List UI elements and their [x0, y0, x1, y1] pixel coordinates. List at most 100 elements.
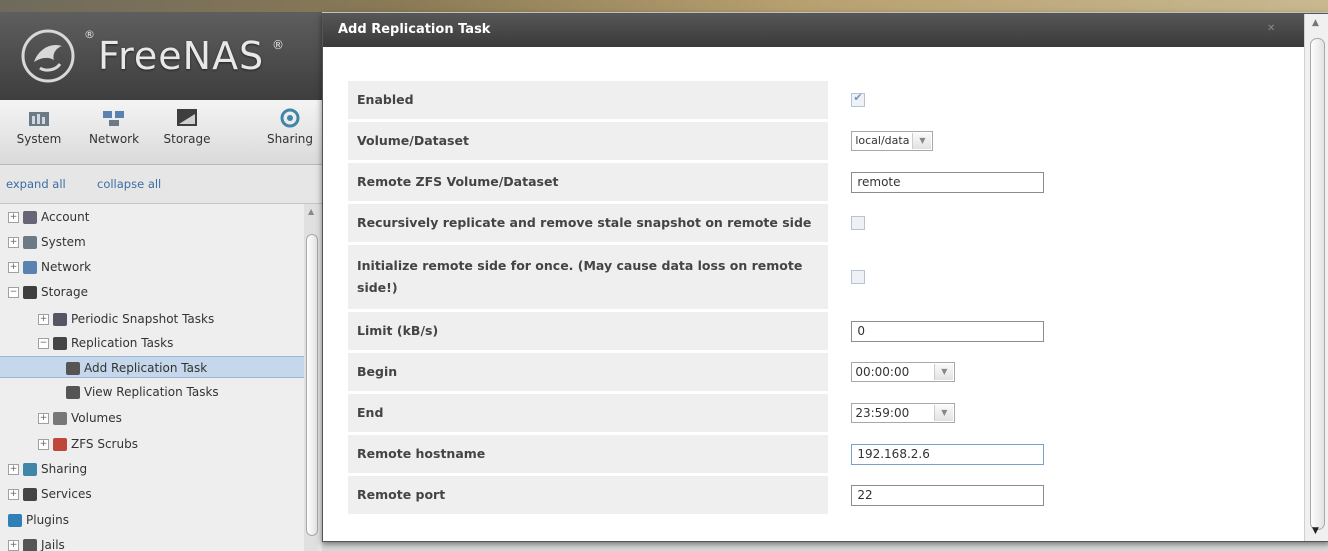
collapse-icon[interactable]: − — [38, 338, 49, 349]
field-label: Remote port — [348, 476, 829, 514]
tree-toolbar: expand all collapse all — [0, 165, 322, 204]
expand-icon[interactable]: + — [8, 237, 19, 248]
tree-item-label: Services — [41, 487, 92, 501]
logo-area: ® FreeNAS ® — [0, 12, 322, 100]
tree-item-add-replication-task[interactable]: Add Replication Task — [0, 356, 304, 378]
expand-icon[interactable]: + — [38, 413, 49, 424]
tree-item-system[interactable]: + System — [8, 231, 86, 253]
enabled-checkbox[interactable] — [851, 91, 866, 108]
field-control-cell — [828, 204, 1303, 242]
sharing-icon — [23, 463, 37, 476]
logo-registered-mark: ® — [84, 28, 95, 41]
background-strip — [0, 0, 1328, 12]
chevron-down-icon[interactable]: ▼ — [934, 364, 954, 380]
field-label: Remote hostname — [348, 435, 829, 473]
field-label: Limit (kB/s) — [348, 312, 829, 350]
remote-hostname-input[interactable]: 192.168.2.6 — [851, 443, 1045, 465]
tree-item-label: System — [41, 235, 86, 249]
dialog-title: Add Replication Task — [338, 22, 491, 37]
volume-dataset-select[interactable]: local/data ▼ — [851, 131, 934, 151]
tree-item-label: Replication Tasks — [71, 336, 174, 350]
field-control-cell: 23:59:00 ▼ — [828, 394, 1303, 432]
view-replication-icon — [66, 386, 80, 399]
left-panel: ® FreeNAS ® System Network Storage Shari… — [0, 12, 322, 551]
tree-item-jails[interactable]: + Jails — [8, 534, 65, 551]
select-value: local/data — [855, 134, 910, 147]
field-control-cell: 00:00:00 ▼ — [828, 353, 1303, 391]
nav-storage-label: Storage — [163, 132, 211, 146]
tree-item-view-replication-tasks[interactable]: View Replication Tasks — [66, 381, 219, 403]
form-row: End 23:59:00 ▼ — [348, 394, 1303, 432]
expand-icon[interactable]: + — [38, 439, 49, 450]
expand-icon[interactable]: + — [8, 540, 19, 551]
select-value: 00:00:00 — [855, 365, 910, 379]
field-control-cell — [828, 245, 1303, 309]
expand-icon[interactable]: + — [8, 464, 19, 475]
collapse-icon[interactable]: − — [8, 287, 19, 298]
chevron-down-icon[interactable]: ▼ — [912, 133, 932, 149]
tree-item-account[interactable]: + Account — [8, 206, 89, 228]
tree-item-network[interactable]: + Network — [8, 256, 91, 278]
scroll-down-icon[interactable]: ▼ — [1312, 526, 1319, 536]
initialize-remote-side-for-once-may-caus-checkbox[interactable] — [851, 270, 866, 285]
tree-item-periodic-snapshot-tasks[interactable]: + Periodic Snapshot Tasks — [38, 308, 214, 330]
replication-form: EnabledVolume/Datasetlocal/data▼Remote Z… — [348, 78, 1303, 517]
system-icon — [23, 236, 37, 249]
tree-item-label: Add Replication Task — [84, 361, 208, 375]
tree-item-volumes[interactable]: + Volumes — [38, 407, 122, 429]
limit-kb-s-input[interactable]: 0 — [851, 320, 1045, 342]
form-row: Remote port 22 — [348, 476, 1303, 514]
collapse-all-link[interactable]: collapse all — [97, 177, 161, 191]
nav-system-button[interactable]: System — [5, 106, 73, 146]
tree-item-replication-tasks[interactable]: − Replication Tasks — [38, 332, 173, 354]
form-row: Begin 00:00:00 ▼ — [348, 353, 1303, 391]
expand-icon[interactable]: + — [8, 489, 19, 500]
tree-scrollbar-thumb[interactable] — [306, 234, 318, 536]
dialog-scrollbar-thumb[interactable] — [1310, 38, 1325, 530]
field-control-cell: 22 — [828, 476, 1303, 514]
remote-port-input[interactable]: 22 — [851, 484, 1045, 506]
expand-icon[interactable]: + — [38, 314, 49, 325]
tree-item-label: View Replication Tasks — [84, 385, 219, 399]
nav-system-label: System — [16, 132, 62, 146]
nav-sharing-button[interactable]: Sharing — [256, 106, 324, 146]
recursively-replicate-and-remove-stale-s-checkbox[interactable] — [851, 216, 866, 231]
field-label: Recursively replicate and remove stale s… — [348, 204, 829, 242]
nav-network-button[interactable]: Network — [80, 106, 148, 146]
scroll-up-icon[interactable]: ▲ — [1312, 18, 1319, 28]
tree-item-label: Volumes — [71, 411, 122, 425]
field-control-cell: 192.168.2.6 — [828, 435, 1303, 473]
system-icon — [29, 112, 49, 126]
field-control-cell — [828, 81, 1303, 119]
field-label: Volume/Dataset — [348, 122, 829, 160]
replication-icon — [53, 337, 67, 350]
tree-item-label: Sharing — [41, 462, 88, 476]
tree-item-label: Account — [41, 210, 90, 224]
tree-scroll-up-icon[interactable]: ▲ — [308, 207, 314, 216]
nav-storage-button[interactable]: Storage — [153, 106, 221, 146]
begin-select[interactable]: 00:00:00 ▼ — [851, 362, 956, 382]
chevron-down-icon[interactable]: ▼ — [934, 405, 954, 421]
tree-item-plugins[interactable]: Plugins — [8, 509, 69, 531]
remote-zfs-volume-dataset-input[interactable]: remote — [851, 171, 1045, 193]
tree-item-storage[interactable]: − Storage — [8, 281, 88, 303]
sharing-icon — [280, 108, 300, 128]
dialog-scrollbar[interactable]: ▲ ▼ — [1304, 14, 1328, 541]
tree-item-services[interactable]: + Services — [8, 483, 92, 505]
form-row: Remote hostname 192.168.2.6 — [348, 435, 1303, 473]
expand-icon[interactable]: + — [8, 212, 19, 223]
expand-icon[interactable]: + — [8, 262, 19, 273]
tree-item-zfs-scrubs[interactable]: + ZFS Scrubs — [38, 433, 138, 455]
field-label: Remote ZFS Volume/Dataset — [348, 163, 829, 201]
tree-item-sharing[interactable]: + Sharing — [8, 458, 87, 480]
form-row: Remote ZFS Volume/Dataset remote — [348, 163, 1303, 201]
navigation-tree: + Account + System + Network − Storage + Periodic… — [0, 204, 318, 551]
dialog-close-icon[interactable]: ✕ — [1267, 23, 1275, 34]
tree-item-label: Jails — [41, 538, 65, 551]
expand-all-link[interactable]: expand all — [6, 177, 66, 191]
end-select[interactable]: 23:59:00 ▼ — [851, 403, 956, 423]
logo-text: FreeNAS — [98, 34, 265, 78]
field-control-cell: remote — [828, 163, 1303, 201]
scrub-icon — [53, 438, 67, 451]
add-replication-task-dialog: Add Replication Task ✕ EnabledVolume/Dat… — [322, 13, 1328, 542]
